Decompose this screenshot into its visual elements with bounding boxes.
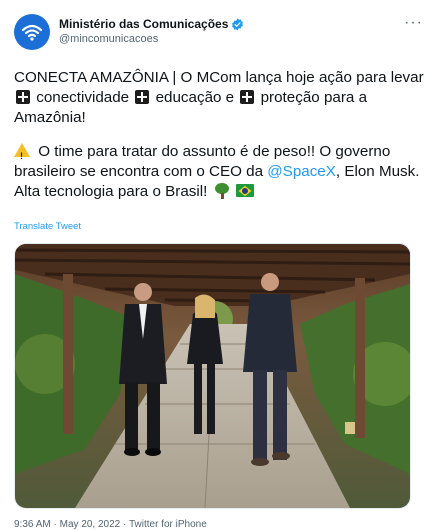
tweet-header: Ministério das Comunicações @mincomunica… — [14, 12, 427, 52]
tweet-card: Ministério das Comunicações @mincomunica… — [0, 0, 441, 530]
meta-separator: · — [53, 519, 57, 530]
tweet-photo-image — [15, 244, 410, 508]
tweet-source[interactable]: Twitter for iPhone — [129, 519, 207, 530]
tree-icon — [214, 183, 230, 199]
tweet-photo[interactable] — [14, 243, 411, 509]
tweet-meta: 9:36 AM · May 20, 2022 · Twitter for iPh… — [14, 519, 427, 530]
warning-icon: ! — [14, 143, 30, 161]
plus-icon — [240, 90, 255, 104]
meta-separator: · — [123, 519, 127, 530]
translate-tweet-link[interactable]: Translate Tweet — [14, 221, 81, 232]
tweet-word-education: educação e — [155, 89, 235, 106]
more-icon[interactable]: ··· — [404, 14, 423, 32]
avatar[interactable] — [14, 14, 50, 50]
plus-icon — [16, 90, 30, 104]
brazil-flag-icon — [235, 184, 254, 197]
tweet-text: CONECTA AMAZÔNIA | O MCom lança hoje açã… — [14, 68, 427, 202]
display-name[interactable]: Ministério das Comunicações — [59, 17, 228, 32]
verified-badge-icon — [231, 18, 244, 31]
tweet-paragraph-1: CONECTA AMAZÔNIA | O MCom lança hoje açã… — [14, 68, 427, 128]
display-name-row[interactable]: Ministério das Comunicações — [59, 17, 427, 32]
tweet-paragraph-2: ! O time para tratar do assunto é de pes… — [14, 142, 427, 202]
tweet-word-protection: proteção — [260, 89, 320, 106]
tweet-text-intro: CONECTA AMAZÔNIA | O MCom lança hoje açã… — [14, 69, 424, 86]
handle[interactable]: @mincomunicacoes — [59, 32, 427, 47]
tweet-time[interactable]: 9:36 AM — [14, 519, 51, 530]
mention-link[interactable]: @SpaceX — [267, 163, 336, 180]
tweet-date[interactable]: May 20, 2022 — [60, 519, 121, 530]
account-names: Ministério das Comunicações @mincomunica… — [59, 17, 427, 47]
wifi-logo-icon — [21, 24, 43, 41]
tweet-word-connectivity: conectividade — [36, 89, 130, 106]
plus-icon — [135, 90, 150, 104]
